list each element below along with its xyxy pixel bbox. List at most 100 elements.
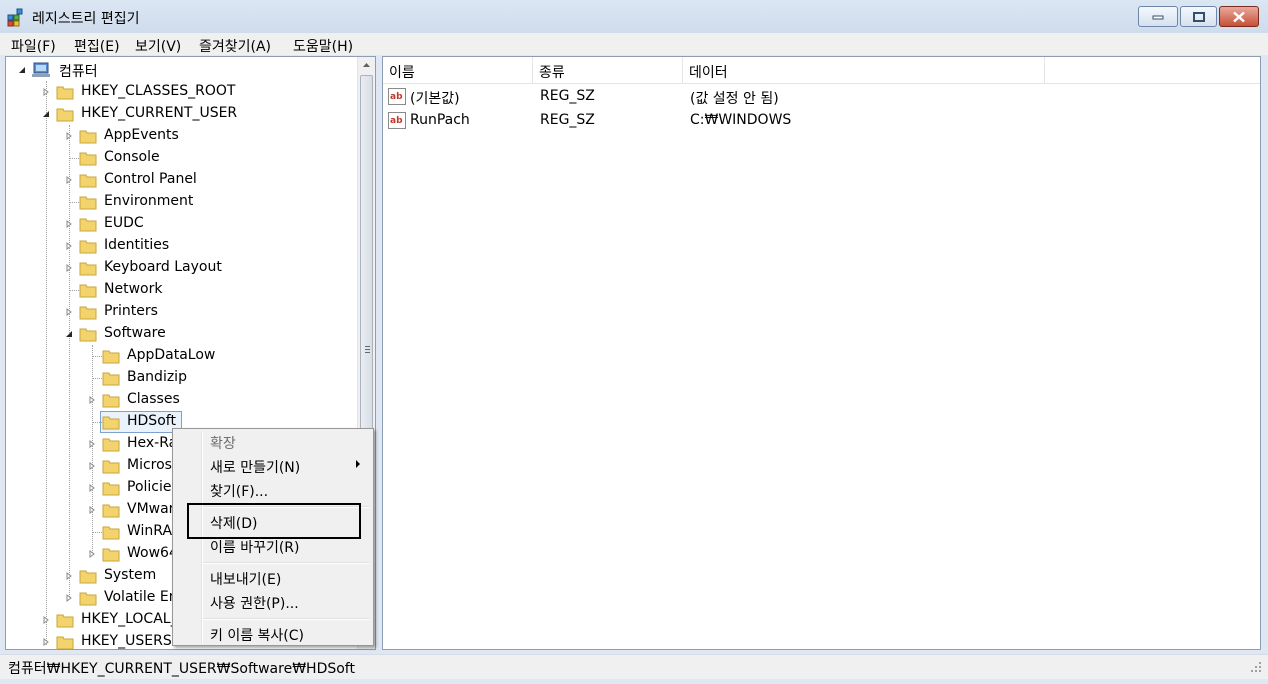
expand-icon[interactable]	[88, 484, 96, 492]
expand-icon[interactable]	[65, 176, 73, 184]
value-data: C:₩WINDOWS	[690, 112, 792, 128]
tree-label: Console	[104, 149, 160, 165]
folder-icon	[102, 394, 120, 408]
tree-guide-line	[69, 158, 79, 159]
close-icon	[1233, 11, 1245, 22]
expand-icon[interactable]	[65, 594, 73, 602]
tree-item-eudc[interactable]: EUDC	[6, 213, 375, 235]
tree-item-keyboard-layout[interactable]: Keyboard Layout	[6, 257, 375, 279]
tree-item-software[interactable]: Software	[6, 323, 375, 345]
folder-icon	[79, 284, 97, 298]
column-header-row: 이름 종류 데이터	[383, 57, 1260, 84]
menu-item-rename[interactable]: 이름 바꾸기(R)	[210, 537, 300, 557]
expand-icon[interactable]	[65, 264, 73, 272]
folder-icon	[102, 548, 120, 562]
tree-label: Control Panel	[104, 171, 197, 187]
folder-icon	[102, 416, 120, 430]
expand-icon[interactable]	[42, 638, 50, 646]
scroll-up-icon[interactable]	[358, 57, 375, 74]
tree-item-hkey-current-user[interactable]: HKEY_CURRENT_USER	[6, 103, 375, 125]
menu-item-find[interactable]: 찾기(F)...	[210, 481, 268, 501]
value-row[interactable]: ab RunPach REG_SZ C:₩WINDOWS	[383, 109, 1260, 133]
tree-item-network[interactable]: Network	[6, 279, 375, 301]
expand-icon[interactable]	[65, 220, 73, 228]
expand-icon[interactable]	[42, 88, 50, 96]
tree-item-appdatalow[interactable]: AppDataLow	[6, 345, 375, 367]
close-button[interactable]	[1219, 6, 1259, 27]
menu-favorites[interactable]: 즐겨찾기(A)	[199, 36, 271, 56]
column-header-type[interactable]: 종류	[533, 57, 683, 83]
expand-icon[interactable]	[65, 132, 73, 140]
maximize-button[interactable]	[1180, 6, 1217, 27]
menu-item-permissions[interactable]: 사용 권한(P)...	[210, 593, 299, 613]
submenu-arrow-icon	[356, 460, 360, 468]
menu-file[interactable]: 파일(F)	[11, 36, 56, 56]
menu-bar: 파일(F) 편집(E) 보기(V) 즐겨찾기(A) 도움말(H)	[0, 33, 1268, 55]
collapse-icon[interactable]	[18, 66, 26, 74]
folder-icon	[56, 108, 74, 122]
tree-label: Volatile En	[104, 589, 178, 605]
tree-item-computer[interactable]: 컴퓨터	[6, 59, 375, 81]
tree-item-printers[interactable]: Printers	[6, 301, 375, 323]
folder-icon	[102, 504, 120, 518]
tree-label: Classes	[127, 391, 180, 407]
tree-label: VMwar	[127, 501, 175, 517]
menu-edit[interactable]: 편집(E)	[74, 36, 120, 56]
tree-item-hkey-classes-root[interactable]: HKEY_CLASSES_ROOT	[6, 81, 375, 103]
tree-label: AppDataLow	[127, 347, 216, 363]
tree-item-classes[interactable]: Classes	[6, 389, 375, 411]
folder-icon	[79, 196, 97, 210]
expand-icon[interactable]	[65, 572, 73, 580]
tree-item-identities[interactable]: Identities	[6, 235, 375, 257]
expand-icon[interactable]	[88, 506, 96, 514]
menu-item-expand[interactable]: 확장	[210, 433, 236, 453]
column-header-data[interactable]: 데이터	[683, 57, 1045, 83]
expand-icon[interactable]	[88, 462, 96, 470]
minimize-button[interactable]	[1138, 6, 1178, 27]
tree-label: HDSoft	[127, 413, 176, 429]
tree-item-console[interactable]: Console	[6, 147, 375, 169]
status-bar: 컴퓨터₩HKEY_CURRENT_USER₩Software₩HDSoft	[0, 654, 1268, 679]
tree-guide-line	[69, 290, 79, 291]
annotation-highlight-box	[187, 503, 361, 539]
tree-label: 컴퓨터	[59, 64, 98, 80]
tree-item-environment[interactable]: Environment	[6, 191, 375, 213]
tree-guide-line	[69, 202, 79, 203]
expand-icon[interactable]	[88, 550, 96, 558]
menu-item-new[interactable]: 새로 만들기(N)	[210, 457, 368, 477]
tree-item-control-panel[interactable]: Control Panel	[6, 169, 375, 191]
menu-view[interactable]: 보기(V)	[135, 36, 181, 56]
computer-icon	[32, 62, 50, 77]
value-name: RunPach	[410, 112, 470, 128]
tree-item-bandizip[interactable]: Bandizip	[6, 367, 375, 389]
tree-guide-line	[92, 422, 102, 423]
menu-separator	[203, 618, 370, 620]
menu-item-copy-key-name[interactable]: 키 이름 복사(C)	[210, 625, 304, 645]
expand-icon[interactable]	[88, 396, 96, 404]
tree-label: Bandizip	[127, 369, 187, 385]
values-pane[interactable]: 이름 종류 데이터 ab (기본값) REG_SZ (값 설정 안 됨) ab …	[382, 56, 1261, 650]
collapse-icon[interactable]	[42, 110, 50, 118]
tree-item-appevents[interactable]: AppEvents	[6, 125, 375, 147]
value-type: REG_SZ	[540, 112, 595, 128]
expand-icon[interactable]	[65, 242, 73, 250]
collapse-icon[interactable]	[65, 330, 73, 338]
value-data: (값 설정 안 됨)	[690, 91, 779, 107]
column-label: 이름	[389, 65, 415, 81]
folder-icon	[79, 152, 97, 166]
folder-icon	[79, 570, 97, 584]
folder-icon	[102, 482, 120, 496]
resize-grip-icon[interactable]	[1250, 661, 1262, 673]
menu-item-export[interactable]: 내보내기(E)	[210, 569, 281, 589]
expand-icon[interactable]	[65, 308, 73, 316]
folder-icon	[102, 438, 120, 452]
expand-icon[interactable]	[88, 440, 96, 448]
folder-icon	[102, 372, 120, 386]
menu-help[interactable]: 도움말(H)	[293, 36, 353, 56]
expand-icon[interactable]	[42, 616, 50, 624]
column-header-name[interactable]: 이름	[383, 57, 533, 83]
tree-guide-line	[92, 532, 102, 533]
tree-label: AppEvents	[104, 127, 179, 143]
folder-icon	[79, 592, 97, 606]
value-row[interactable]: ab (기본값) REG_SZ (값 설정 안 됨)	[383, 85, 1260, 109]
